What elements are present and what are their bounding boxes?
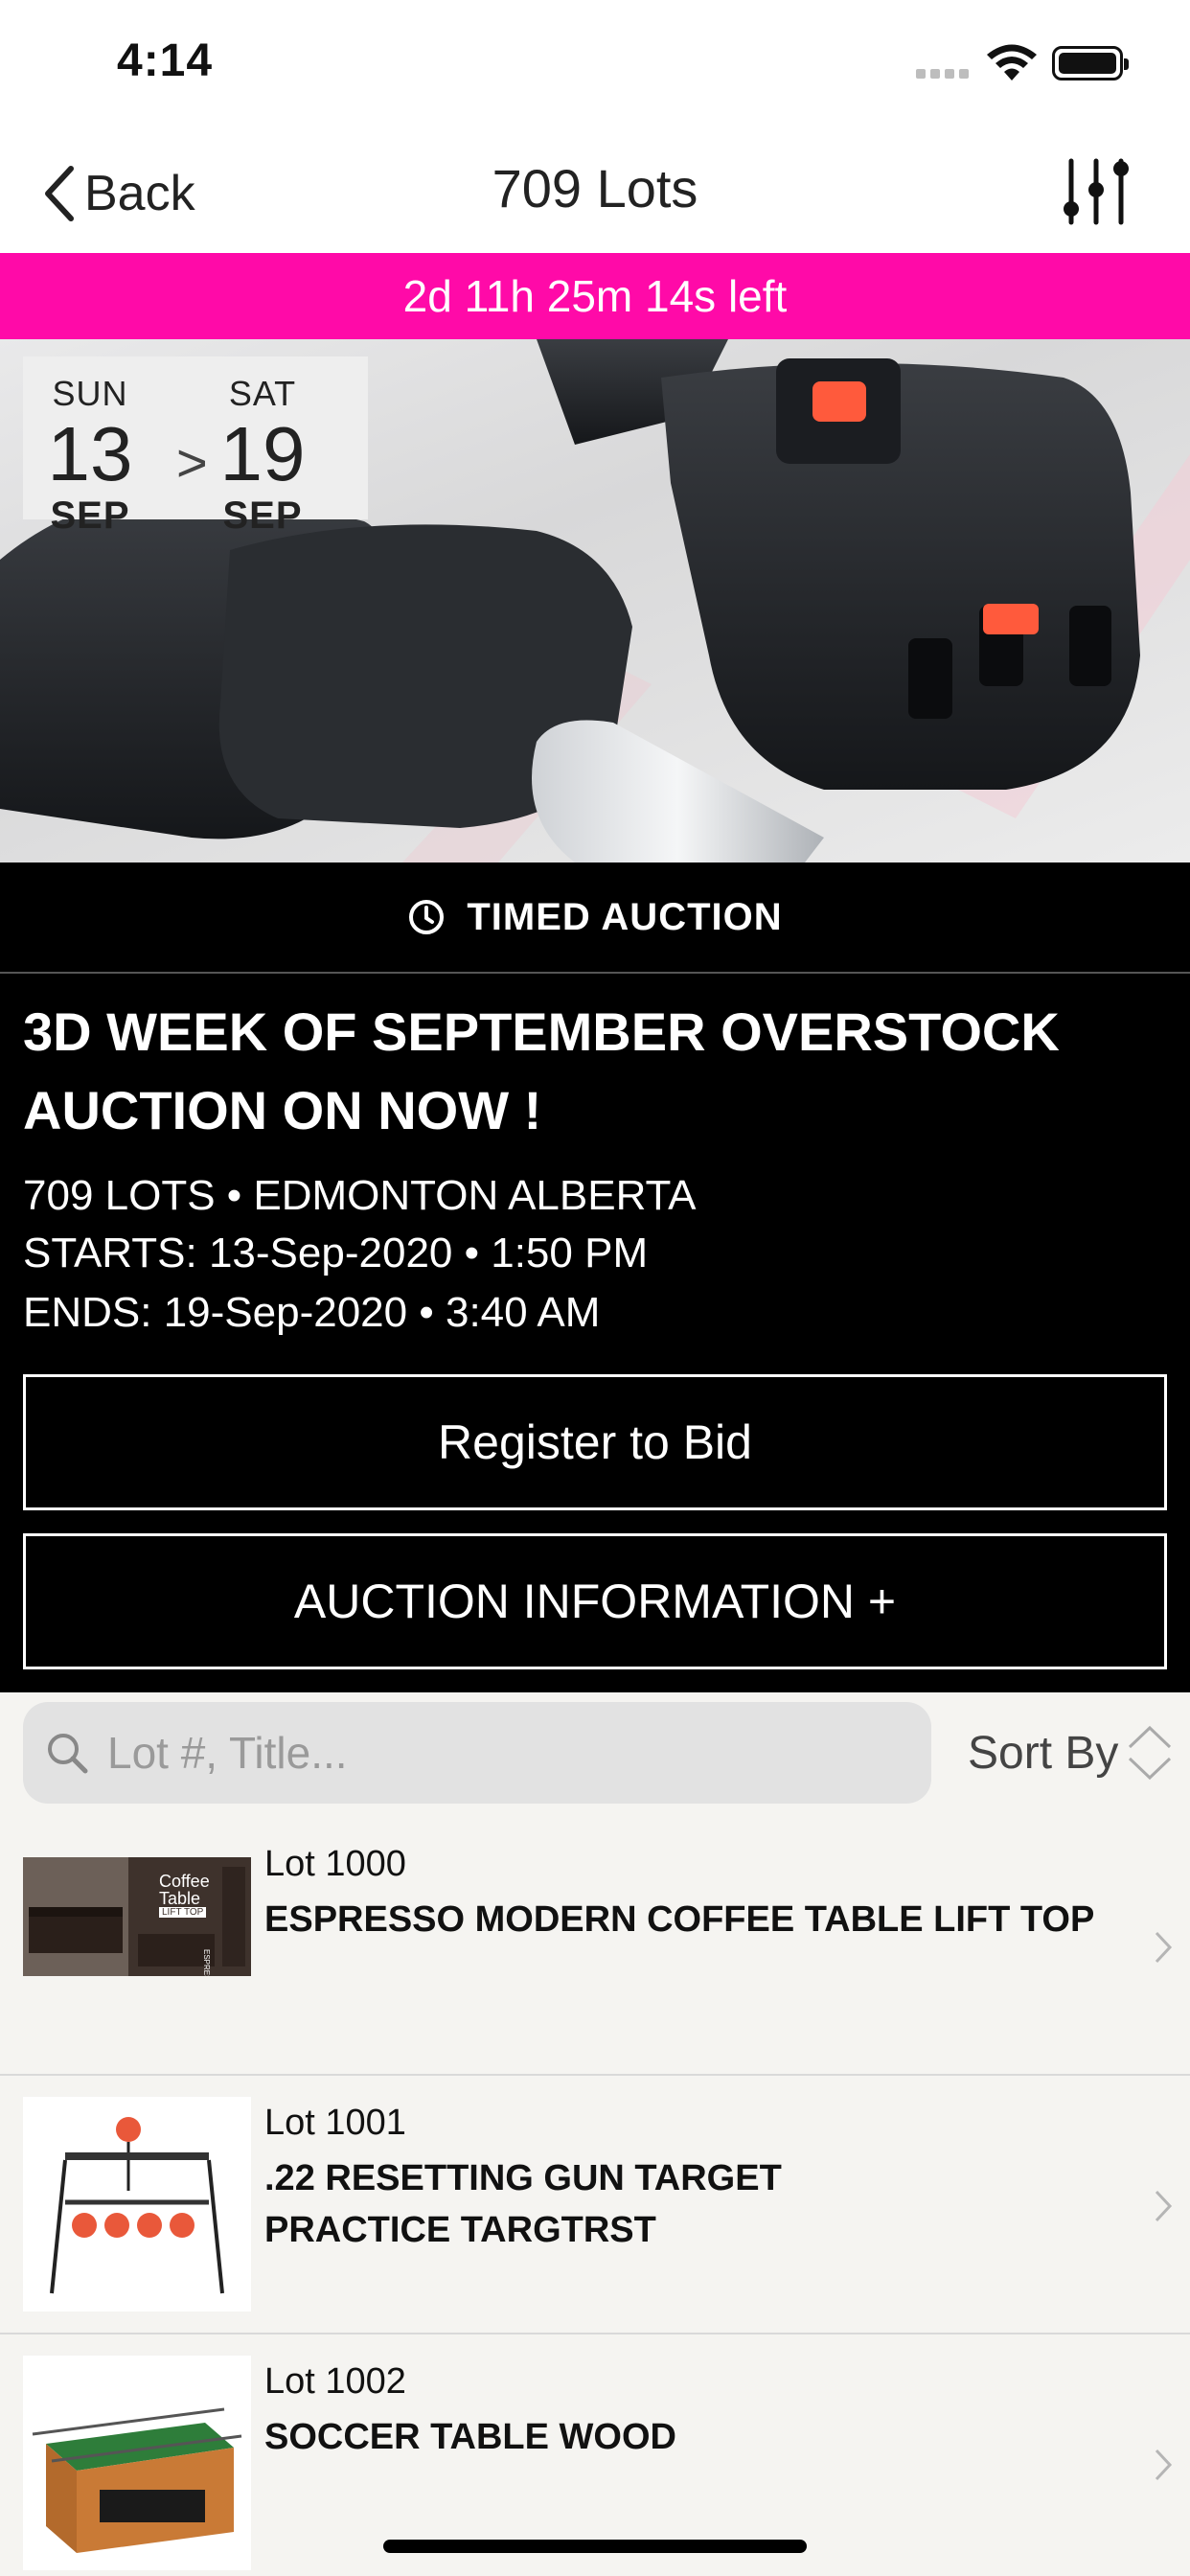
back-button[interactable]: Back xyxy=(42,157,195,230)
home-indicator[interactable] xyxy=(383,2540,807,2553)
search-input[interactable] xyxy=(105,1726,895,1780)
auction-info-panel: TIMED AUCTION 3D WEEK OF SEPTEMBER OVERS… xyxy=(0,862,1190,1692)
back-label: Back xyxy=(84,166,195,221)
search-box[interactable] xyxy=(23,1702,931,1804)
auction-title: 3D WEEK OF SEPTEMBER OVERSTOCK AUCTION O… xyxy=(23,1001,1060,1140)
chevron-left-icon xyxy=(45,166,74,221)
lot-row[interactable]: Coffee Table LIFT TOP ESPRESSO Lot 1000 … xyxy=(0,1817,1190,2076)
start-date: SUN 13 SEP xyxy=(23,374,157,538)
lot-title: SOCCER TABLE WOOD xyxy=(264,2417,676,2457)
auction-type: TIMED AUCTION xyxy=(467,895,783,938)
search-icon xyxy=(48,1734,88,1774)
auction-end-time: ENDS: 19-Sep-2020 • 3:40 AM xyxy=(23,1289,601,1336)
lot-list: Coffee Table LIFT TOP ESPRESSO Lot 1000 … xyxy=(0,1817,1190,2576)
lot-thumbnail-soccer-table xyxy=(23,2356,251,2570)
lot-thumbnail-gun-target xyxy=(23,2097,251,2312)
wifi-icon xyxy=(987,44,1037,80)
gun-target-image xyxy=(23,2097,251,2312)
auction-date-range: SUN 13 SEP > SAT 19 SEP xyxy=(23,356,368,537)
status-bar: 4:14 xyxy=(0,0,1190,134)
end-weekday: SAT xyxy=(228,374,297,413)
lot-title: ESPRESSO MODERN COFFEE TABLE LIFT TOP xyxy=(264,1899,1095,1940)
status-time: 4:14 xyxy=(117,35,214,86)
thumbnail-caption: Coffee Table xyxy=(159,1872,210,1908)
lot-thumbnail-coffee-table: Coffee Table LIFT TOP ESPRESSO xyxy=(23,1857,251,1976)
cellular-signal-icon xyxy=(916,69,970,80)
sort-chevrons-icon xyxy=(1129,1725,1172,1781)
register-to-bid-button[interactable]: Register to Bid xyxy=(23,1374,1167,1510)
auction-start-time: STARTS: 13-Sep-2020 • 1:50 PM xyxy=(23,1230,649,1276)
auction-information-button[interactable]: AUCTION INFORMATION + xyxy=(23,1533,1167,1669)
thumbnail-subcaption: LIFT TOP xyxy=(159,1907,207,1918)
filter-sliders-icon[interactable] xyxy=(1058,153,1134,230)
thumbnail-side-label: ESPRESSO xyxy=(202,1949,211,1976)
countdown-banner: 2d 11h 25m 14s left xyxy=(0,253,1190,339)
sort-by-button[interactable]: Sort By xyxy=(968,1702,1176,1804)
auction-hero-image: SUN 13 SEP > SAT 19 SEP xyxy=(0,339,1190,862)
end-month: SEP xyxy=(222,494,303,537)
start-weekday: SUN xyxy=(52,374,128,413)
lot-number: Lot 1001 xyxy=(264,2103,406,2143)
lot-number: Lot 1000 xyxy=(264,1844,406,1884)
chevron-right-icon xyxy=(1155,2190,1173,2222)
end-day: 19 xyxy=(219,411,306,496)
auction-lots-location: 709 LOTS • EDMONTON ALBERTA xyxy=(23,1172,697,1219)
clock-icon xyxy=(409,900,445,934)
end-date: SAT 19 SEP xyxy=(195,374,330,538)
lot-title: .22 RESETTING GUN TARGET PRACTICE TARGTR… xyxy=(264,2158,782,2250)
chevron-right-icon xyxy=(1155,2449,1173,2481)
lot-number: Lot 1002 xyxy=(264,2361,406,2402)
sort-by-label: Sort By xyxy=(968,1727,1119,1779)
battery-icon xyxy=(1052,46,1129,80)
soccer-table-image xyxy=(23,2356,251,2570)
lot-row[interactable]: Lot 1001 .22 RESETTING GUN TARGET PRACTI… xyxy=(0,2076,1190,2334)
timed-auction-label: TIMED AUCTION xyxy=(0,862,1190,974)
chevron-right-icon xyxy=(1155,1931,1173,1964)
navigation-bar: 709 Lots Back xyxy=(0,134,1190,253)
start-day: 13 xyxy=(47,411,133,496)
search-sort-bar: Sort By xyxy=(0,1692,1190,1817)
start-month: SEP xyxy=(50,494,130,537)
